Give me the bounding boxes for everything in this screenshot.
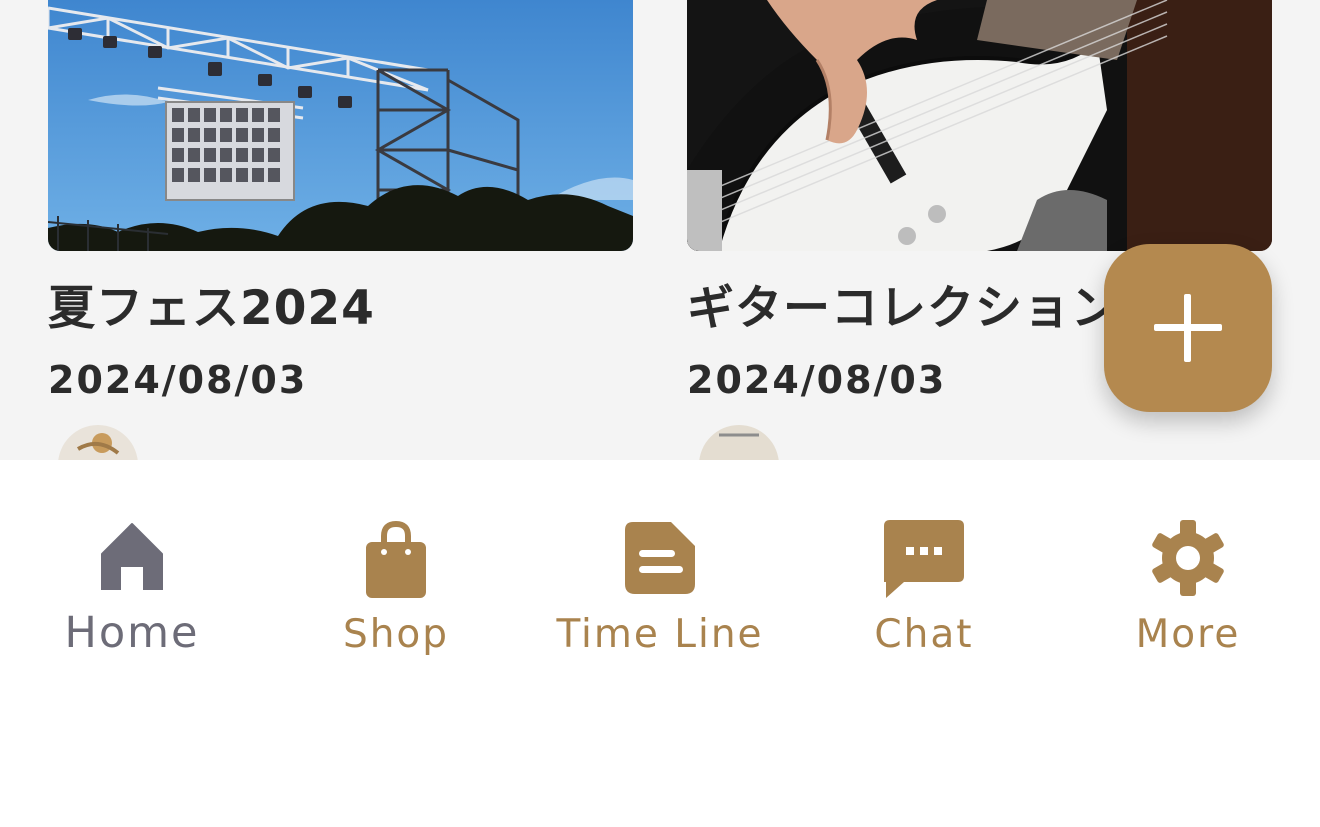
tab-label: Home xyxy=(64,608,200,658)
add-post-button[interactable] xyxy=(1104,244,1272,412)
document-icon xyxy=(625,522,695,594)
post-thumbnail[interactable] xyxy=(48,0,633,251)
tab-label: More xyxy=(1135,612,1241,657)
bass-guitar-photo xyxy=(687,0,1272,251)
author-avatar[interactable] xyxy=(58,425,138,460)
tab-home[interactable]: Home xyxy=(0,460,264,690)
post-card[interactable]: 夏フェス2024 2024/08/03 xyxy=(48,0,633,460)
author-avatar[interactable] xyxy=(699,425,779,460)
shopping-bag-icon xyxy=(366,520,426,598)
bottom-tab-bar: Home Shop Time Line Chat More xyxy=(0,460,1320,827)
gear-icon xyxy=(1152,520,1224,596)
tab-label: Chat xyxy=(874,612,974,657)
plus-icon xyxy=(1154,294,1222,362)
tab-chat[interactable]: Chat xyxy=(792,460,1056,690)
post-title: 夏フェス2024 xyxy=(48,281,375,336)
post-thumbnail[interactable] xyxy=(687,0,1272,251)
chat-bubble-icon xyxy=(884,520,964,598)
home-icon xyxy=(101,523,163,590)
tab-shop[interactable]: Shop xyxy=(264,460,528,690)
tab-label: Time Line xyxy=(556,612,764,657)
festival-stage-photo xyxy=(48,0,633,251)
post-date: 2024/08/03 xyxy=(48,358,308,402)
tab-more[interactable]: More xyxy=(1056,460,1320,690)
tab-label: Shop xyxy=(342,612,450,657)
tab-time-line[interactable]: Time Line xyxy=(528,460,792,690)
